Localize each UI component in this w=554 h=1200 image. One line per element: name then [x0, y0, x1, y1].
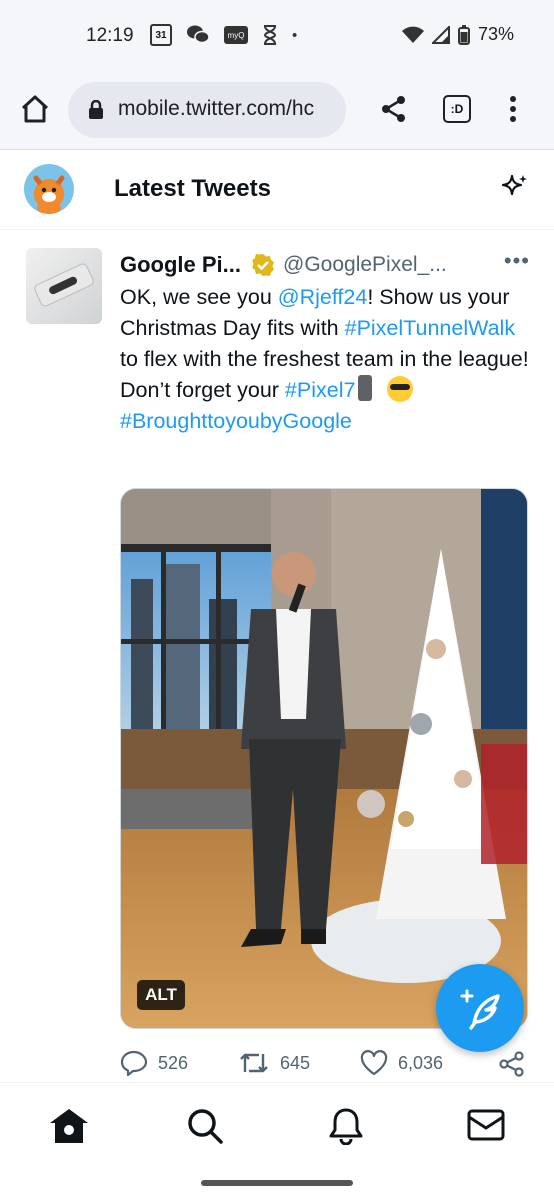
- retweet-action[interactable]: 645: [238, 1050, 310, 1076]
- overflow-menu-button[interactable]: [508, 94, 518, 129]
- sparkle-icon: [501, 174, 527, 196]
- bottom-navigation: [0, 1082, 554, 1170]
- battery-icon: [457, 24, 470, 45]
- share-tweet-action[interactable]: [498, 1050, 526, 1078]
- home-icon: [21, 95, 49, 123]
- reply-icon: [120, 1050, 148, 1076]
- author-handle: @GooglePixel_...: [283, 253, 447, 276]
- verified-badge-icon: [252, 254, 275, 276]
- status-time: 12:19: [86, 25, 134, 46]
- like-count: 6,036: [398, 1052, 444, 1073]
- status-bar: 12:19 31 myQ • 73%: [0, 0, 554, 72]
- home-button[interactable]: [18, 92, 52, 126]
- envelope-icon: [467, 1109, 505, 1141]
- tweet-more-button[interactable]: •••: [504, 248, 530, 274]
- address-bar[interactable]: mobile.twitter.com/hc: [68, 82, 346, 138]
- user-avatar[interactable]: [24, 164, 74, 214]
- author-name[interactable]: Google Pi...: [120, 252, 241, 278]
- hashtag-link[interactable]: #PixelTunnelWalk: [345, 316, 515, 340]
- tweet-photo[interactable]: [120, 488, 528, 1029]
- browser-toolbar: mobile.twitter.com/hc :D: [0, 72, 554, 150]
- tweet-author-row: Google Pi... @GooglePixel_... •••: [120, 248, 530, 280]
- retweet-icon: [240, 1053, 268, 1073]
- fox-avatar-icon: [33, 175, 65, 214]
- bell-icon: [329, 1108, 363, 1146]
- nav-search[interactable]: [186, 1107, 224, 1150]
- battery-percent: 73%: [477, 24, 514, 44]
- wechat-icon: [186, 24, 210, 46]
- system-indicators: 73%: [401, 24, 514, 45]
- share-nodes-icon: [499, 1051, 524, 1077]
- url-text: mobile.twitter.com/hc: [118, 97, 315, 120]
- share-button[interactable]: [380, 94, 408, 129]
- feather-plus-icon: [460, 989, 500, 1030]
- hashtag-link[interactable]: #BroughttoyoubyGoogle: [120, 409, 352, 433]
- nav-messages[interactable]: [466, 1107, 506, 1148]
- calendar-icon: 31: [150, 24, 172, 46]
- lock-icon: [89, 100, 103, 119]
- retweet-count: 645: [280, 1052, 311, 1073]
- tweet-text-part: OK, we see you: [120, 285, 278, 309]
- hashtag-link[interactable]: #Pixel7: [285, 378, 356, 402]
- myq-icon: myQ: [224, 26, 248, 44]
- reply-action[interactable]: 526: [120, 1050, 188, 1076]
- search-icon: [188, 1109, 223, 1144]
- tweet-text: OK, we see you @Rjeff24! Show us your Ch…: [120, 282, 530, 437]
- alt-text-badge[interactable]: ALT: [137, 980, 185, 1010]
- twitter-header: Latest Tweets: [0, 150, 554, 230]
- reply-count: 526: [158, 1052, 189, 1073]
- tab-switcher-button[interactable]: :D: [443, 95, 471, 123]
- tweet-photo-image: [121, 489, 527, 1028]
- more-vertical-icon: [510, 96, 516, 122]
- hourglass-icon: [262, 24, 278, 46]
- tweet-actions: 526 645 6,036: [120, 1050, 530, 1080]
- notification-dot: •: [292, 26, 298, 44]
- nav-home[interactable]: [48, 1107, 90, 1150]
- notification-icons: 31 myQ •: [150, 24, 297, 46]
- share-icon: [382, 96, 405, 122]
- author-avatar[interactable]: [26, 248, 102, 324]
- wifi-icon: [401, 26, 424, 43]
- timeline-toggle-button[interactable]: [500, 172, 530, 207]
- heart-icon: [360, 1050, 388, 1076]
- phone-emoji-icon: [358, 375, 373, 401]
- nav-notifications[interactable]: [328, 1107, 364, 1150]
- compose-tweet-button[interactable]: [436, 964, 524, 1052]
- gesture-handle[interactable]: [201, 1180, 353, 1186]
- sunglasses-emoji-icon: [387, 376, 414, 402]
- page-title: Latest Tweets: [114, 175, 271, 202]
- home-filled-icon: [50, 1109, 88, 1143]
- tweet[interactable]: Google Pi... @GooglePixel_... ••• OK, we…: [0, 230, 554, 1085]
- mention-link[interactable]: @Rjeff24: [278, 285, 368, 309]
- like-action[interactable]: 6,036: [360, 1050, 443, 1076]
- signal-icon: [431, 25, 450, 44]
